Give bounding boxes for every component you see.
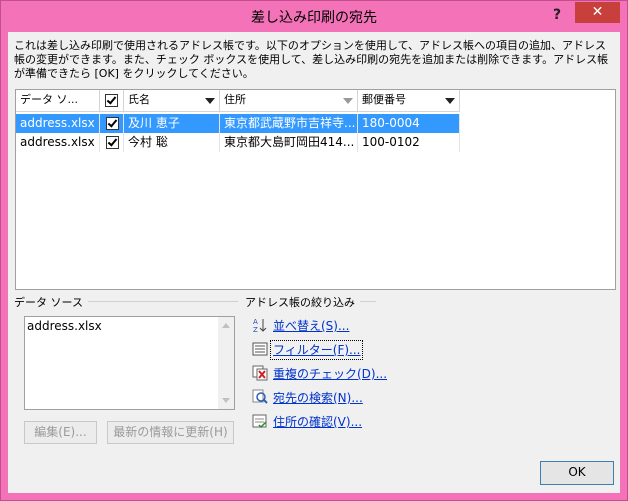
window-title: 差し込み印刷の宛先 (251, 10, 377, 26)
table-row[interactable]: address.xlsx 及川 恵子 東京都武蔵野市吉祥寺... 180-000… (16, 114, 460, 133)
datasource-listbox[interactable]: address.xlsx (24, 316, 235, 410)
column-header-zip[interactable]: 郵便番号 (358, 90, 460, 112)
validate-address-link[interactable]: 住所の確認(V)... (273, 413, 362, 431)
sort-link[interactable]: 並べ替え(S)... (273, 317, 349, 335)
dialog-client: これは差し込み印刷で使用されるアドレス帳です。以下のオプションを使用して、アドレ… (8, 32, 620, 493)
svg-text:Z: Z (253, 326, 258, 333)
cell-check (100, 114, 124, 133)
divider (360, 301, 376, 302)
dialog-window: 差し込み印刷の宛先 ? ✕ これは差し込み印刷で使用されるアドレス帳です。以下の… (0, 0, 628, 501)
chevron-down-icon[interactable] (343, 98, 353, 104)
chevron-down-icon[interactable] (205, 98, 215, 104)
duplicate-check-icon (252, 365, 268, 381)
column-header-source[interactable]: データ ソ... (16, 90, 100, 112)
row-checkbox[interactable] (106, 136, 119, 149)
sort-az-icon: A Z (253, 318, 267, 333)
cell-check (100, 133, 124, 152)
cell-source: address.xlsx (16, 114, 100, 133)
duplicate-check-link[interactable]: 重複のチェック(D)... (273, 365, 387, 383)
chevron-down-icon[interactable] (445, 98, 455, 104)
recipient-table[interactable]: データ ソ... 氏名 住所 郵便番号 address.xlsx 及川 恵子 東… (15, 89, 616, 290)
cell-address: 東京都武蔵野市吉祥寺... (220, 114, 358, 133)
scroll-up-icon[interactable] (222, 323, 230, 328)
filter-link[interactable]: フィルター(F)... (269, 340, 364, 360)
svg-text:A: A (253, 318, 258, 326)
cell-name: 今村 聡 (124, 133, 220, 152)
column-header-name-label: 氏名 (128, 93, 150, 106)
cell-address: 東京都大島町岡田414... (220, 133, 358, 152)
description-text: これは差し込み印刷で使用されるアドレス帳です。以下のオプションを使用して、アドレ… (14, 39, 609, 80)
help-button[interactable]: ? (546, 5, 568, 25)
cell-zip: 100-0102 (358, 133, 460, 152)
list-item[interactable]: address.xlsx (27, 319, 102, 333)
listbox-scrollbar[interactable] (218, 317, 234, 409)
refine-group-label: アドレス帳の絞り込み (245, 296, 355, 309)
column-header-address[interactable]: 住所 (220, 90, 358, 112)
cell-name: 及川 恵子 (124, 114, 220, 133)
cell-source: address.xlsx (16, 133, 100, 152)
close-button[interactable]: ✕ (575, 2, 620, 23)
ok-button[interactable]: OK (540, 461, 614, 485)
table-row[interactable]: address.xlsx 今村 聡 東京都大島町岡田414... 100-010… (16, 133, 460, 152)
column-header-zip-label: 郵便番号 (362, 93, 406, 106)
refresh-button[interactable]: 最新の情報に更新(H) (107, 421, 234, 444)
scroll-down-icon[interactable] (222, 398, 230, 403)
search-icon (252, 389, 268, 404)
column-header-source-label: データ ソ... (20, 93, 78, 106)
cell-zip: 180-0004 (358, 114, 460, 133)
datasource-group-label: データ ソース (14, 296, 83, 309)
row-checkbox[interactable] (106, 117, 119, 130)
column-header-address-label: 住所 (224, 93, 246, 106)
title-bar[interactable]: 差し込み印刷の宛先 ? ✕ (1, 1, 627, 31)
find-recipient-link[interactable]: 宛先の検索(N)... (273, 389, 363, 407)
column-header-name[interactable]: 氏名 (124, 90, 220, 112)
select-all-checkbox[interactable] (105, 94, 118, 107)
validate-address-icon (252, 414, 267, 429)
column-header-check[interactable] (100, 90, 124, 112)
filter-icon (252, 342, 268, 356)
divider (88, 301, 238, 302)
edit-button[interactable]: 編集(E)... (24, 421, 97, 444)
